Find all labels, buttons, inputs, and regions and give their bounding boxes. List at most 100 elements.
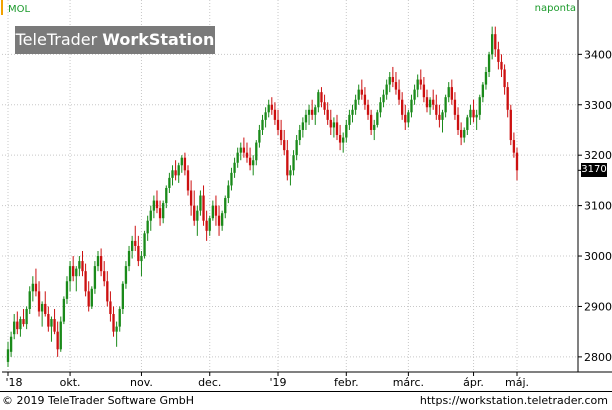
- candle-body: [53, 319, 56, 332]
- candle-body: [494, 34, 497, 50]
- candle-body: [239, 147, 242, 153]
- candle-body: [509, 109, 512, 141]
- candle-body: [292, 155, 295, 171]
- candle-body: [491, 34, 494, 55]
- x-tick-label: márc.: [393, 376, 424, 389]
- candle-body: [264, 112, 267, 120]
- candle-body: [357, 89, 360, 100]
- candle-body: [47, 314, 50, 327]
- candle-body: [419, 79, 422, 85]
- candle-body: [180, 157, 183, 166]
- candle-body: [342, 137, 345, 143]
- candle-body: [155, 200, 159, 209]
- candle-body: [416, 79, 419, 90]
- candle-body: [307, 109, 311, 115]
- candle-body: [59, 321, 62, 350]
- candle-body: [478, 97, 481, 115]
- candle-body: [435, 104, 438, 115]
- symbol-marker: [1, 0, 3, 15]
- candle-body: [124, 266, 128, 284]
- candle-body: [78, 261, 81, 269]
- candle-body: [75, 268, 78, 277]
- footer: © 2019 TeleTrader Software GmbH https://…: [0, 391, 612, 410]
- candle-body: [177, 165, 180, 176]
- candle-body: [298, 129, 301, 141]
- candle-body: [273, 109, 277, 120]
- copyright-text: © 2019 TeleTrader Software GmbH: [2, 394, 195, 407]
- candle-body: [224, 198, 227, 214]
- candle-body: [248, 157, 252, 166]
- candle-body: [230, 172, 233, 186]
- candle-body: [376, 112, 379, 125]
- candle-body: [127, 250, 131, 267]
- period-label[interactable]: naponta: [535, 3, 576, 14]
- candle-body: [65, 281, 69, 299]
- candle-body: [404, 114, 407, 123]
- symbol-label: MOL: [8, 4, 31, 15]
- candle-body: [360, 89, 363, 95]
- last-price-badge: 3170: [581, 163, 607, 178]
- candle-body: [323, 102, 326, 110]
- candle-body: [428, 99, 432, 108]
- candle-body: [407, 112, 410, 123]
- candle-body: [506, 87, 509, 110]
- x-tick-label: febr.: [334, 376, 359, 389]
- y-tick-label: 2900: [584, 300, 612, 313]
- candle-body: [354, 99, 357, 110]
- candle-body: [503, 69, 506, 88]
- candle-body: [463, 129, 466, 138]
- y-tick-label: 3300: [584, 99, 612, 112]
- candle-body: [186, 170, 190, 191]
- candle-body: [220, 213, 224, 226]
- candle-body: [72, 266, 75, 277]
- candle-body: [242, 147, 246, 153]
- logo-text-part2: WorkStation: [102, 30, 215, 49]
- candle-body: [279, 129, 283, 141]
- candle-body: [118, 308, 121, 327]
- candle-body: [326, 109, 329, 120]
- candle-body: [25, 308, 28, 325]
- candle-body: [335, 122, 339, 136]
- candle-body: [236, 152, 239, 163]
- candle-body: [394, 82, 398, 90]
- candle-body: [317, 92, 320, 108]
- candle-body: [366, 104, 370, 115]
- candle-body: [9, 336, 13, 352]
- candle-body: [174, 170, 177, 176]
- candle-body: [168, 177, 171, 188]
- candle-body: [81, 261, 84, 272]
- y-tick-label: 3200: [584, 149, 612, 162]
- price-chart[interactable]: 2800 2900 3000 3100 3200 3300 3400 '18 okt. nov. d…: [0, 0, 612, 409]
- candle-body: [99, 256, 103, 272]
- candle-body: [258, 129, 261, 143]
- y-tick-label: 3000: [584, 250, 612, 263]
- logo-text-part1: TeleTrader: [15, 30, 103, 49]
- candle-body: [289, 170, 292, 176]
- candle-body: [37, 291, 41, 312]
- candle-body: [50, 319, 53, 327]
- candle-body: [171, 170, 174, 178]
- candle-body: [441, 112, 444, 120]
- candle-body: [373, 124, 376, 130]
- candle-body: [466, 117, 469, 130]
- candle-body: [348, 114, 351, 125]
- candle-body: [351, 109, 354, 115]
- candle-body: [276, 119, 280, 130]
- candle-body: [40, 303, 44, 312]
- candle-body: [500, 61, 503, 70]
- candle-body: [453, 99, 457, 115]
- candle-body: [143, 233, 146, 257]
- candle-body: [456, 114, 460, 130]
- candle-body: [401, 99, 404, 115]
- candle-body: [62, 298, 66, 322]
- candle-body: [112, 314, 115, 332]
- candle-body: [301, 122, 305, 130]
- candle-body: [332, 122, 336, 128]
- candle-body: [152, 200, 156, 211]
- candle-body: [103, 271, 106, 282]
- footer-url[interactable]: https://workstation.teletrader.com: [420, 394, 608, 407]
- candle-body: [410, 99, 413, 113]
- candle-body: [497, 49, 500, 62]
- candle-body: [487, 54, 491, 72]
- candle-body: [28, 291, 31, 309]
